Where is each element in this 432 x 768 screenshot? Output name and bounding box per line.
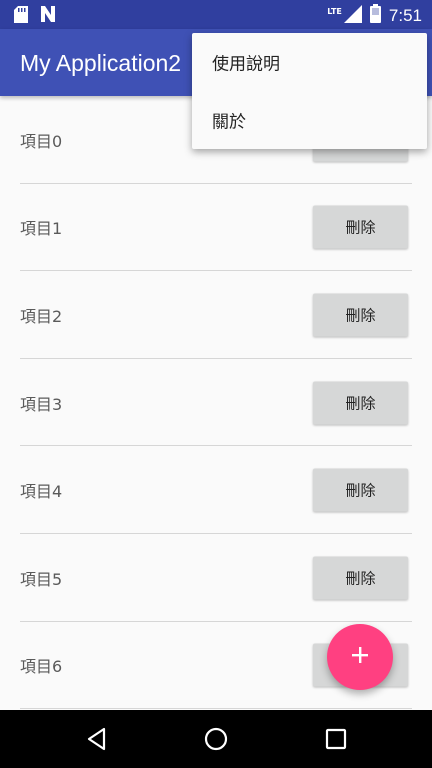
list-item: 項目3 刪除 [0,359,432,447]
recents-button[interactable] [323,726,349,752]
app-title: My Application2 [20,50,182,76]
item-label: 項目2 [20,306,63,326]
menu-item-about[interactable]: 關於 [192,91,427,149]
divider [20,708,412,710]
item-label: 項目4 [20,482,63,502]
item-label: 項目3 [20,394,63,414]
n-notification-icon [40,6,56,27]
item-label: 項目5 [20,569,63,589]
item-label: 項目0 [20,131,63,151]
menu-item-label: 使用說明 [212,54,280,75]
recents-icon [323,728,349,756]
overflow-menu: 使用說明 關於 [192,33,427,149]
delete-button[interactable]: 刪除 [313,468,408,512]
back-button[interactable] [84,726,110,752]
delete-button[interactable]: 刪除 [313,381,408,425]
back-icon [84,727,110,756]
list-item: 項目5 刪除 [0,534,432,622]
item-label: 項目6 [20,657,63,677]
sd-card-icon [14,6,28,27]
item-list: 項目0 刪除 項目1 刪除 項目2 刪除 項目3 刪除 項目4 刪除 項目5 刪… [0,96,432,710]
item-label: 項目1 [20,219,63,239]
home-button[interactable] [203,726,229,752]
plus-icon [350,645,370,669]
delete-button[interactable]: 刪除 [313,293,408,337]
battery-icon [369,4,381,27]
list-item: 項目2 刪除 [0,271,432,359]
status-bar: LTE 7:51 [0,0,432,29]
menu-item-label: 關於 [212,112,246,133]
navigation-bar [0,710,432,768]
add-fab-button[interactable] [327,624,393,690]
list-item: 項目1 刪除 [0,184,432,272]
home-icon [203,727,229,756]
signal-icon [343,4,362,27]
network-type: LTE [327,7,342,16]
menu-item-usage[interactable]: 使用說明 [192,33,427,91]
delete-button[interactable]: 刪除 [313,556,408,600]
list-item: 項目4 刪除 [0,446,432,534]
delete-button[interactable]: 刪除 [313,205,408,249]
clock: 7:51 [388,5,422,25]
